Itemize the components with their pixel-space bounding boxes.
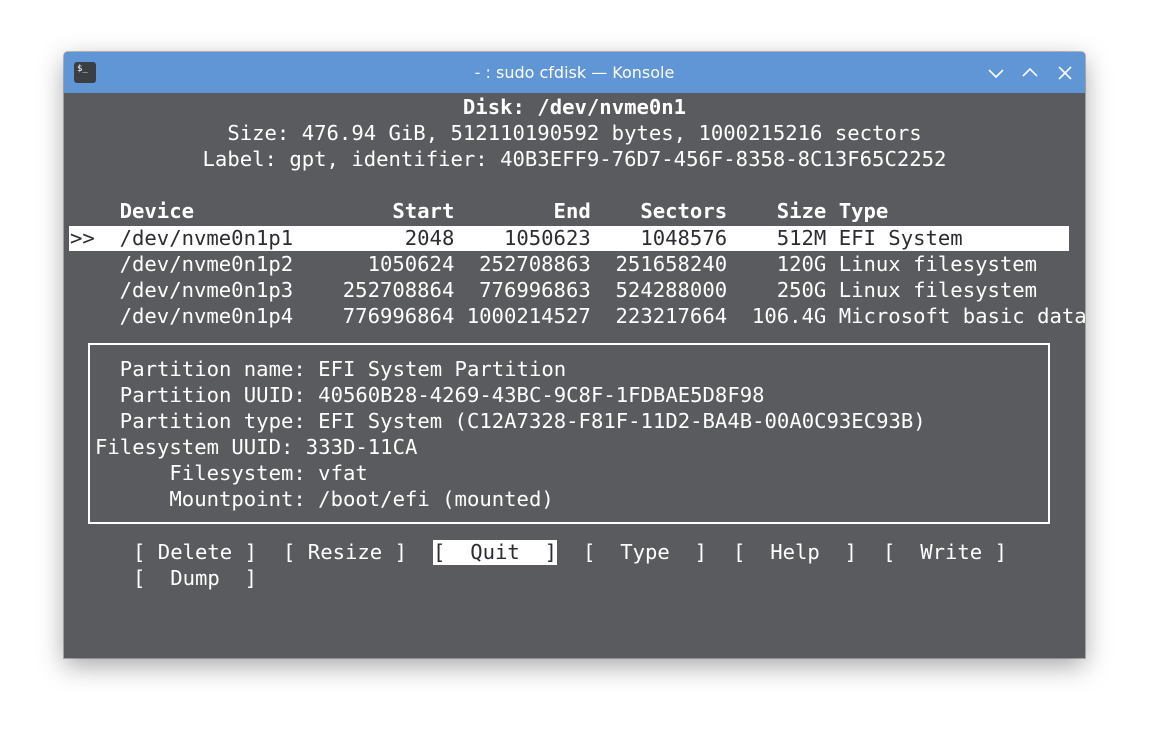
- chevron-up-icon: [1022, 67, 1038, 77]
- close-icon: [1058, 66, 1072, 80]
- disk-label-line: Label: gpt, identifier: 40B3EFF9-76D7-45…: [202, 147, 947, 171]
- info-partition-uuid: Partition UUID: 40560B28-4269-43BC-9C8F-…: [95, 383, 765, 407]
- resize-button[interactable]: [ Resize ]: [283, 540, 407, 565]
- info-filesystem: Filesystem: vfat: [95, 461, 368, 485]
- info-mountpoint: Mountpoint: /boot/efi (mounted): [95, 487, 554, 511]
- partition-table-header: Device Start End Sectors Size Type: [70, 199, 889, 223]
- info-filesystem-uuid: Filesystem UUID: 333D-11CA: [95, 435, 418, 459]
- partition-row[interactable]: /dev/nvme0n1p2 1050624 252708863 2516582…: [70, 251, 1038, 277]
- quit-button[interactable]: [ Quit ]: [433, 540, 557, 565]
- partition-row[interactable]: /dev/nvme0n1p3 252708864 776996863 52428…: [70, 277, 1038, 303]
- maximize-button[interactable]: [1020, 63, 1040, 83]
- minimize-button[interactable]: [986, 63, 1006, 83]
- terminal-area[interactable]: Disk: /dev/nvme0n1 Size: 476.94 GiB, 512…: [64, 93, 1085, 658]
- close-button[interactable]: [1055, 63, 1075, 83]
- row-cursor: >>: [70, 226, 95, 250]
- info-partition-name: Partition name: EFI System Partition: [95, 357, 567, 381]
- window-title: - : sudo cfdisk — Konsole: [474, 63, 675, 82]
- dump-button[interactable]: [ Dump ]: [133, 566, 257, 591]
- delete-button[interactable]: [ Delete ]: [133, 540, 257, 565]
- konsole-window: $_ - : sudo cfdisk — Konsole Disk: /dev/…: [64, 52, 1085, 658]
- info-partition-type: Partition type: EFI System (C12A7328-F81…: [95, 409, 926, 433]
- partition-row[interactable]: /dev/nvme0n1p4 776996864 1000214527 2232…: [70, 303, 1085, 329]
- chevron-down-icon: [988, 69, 1004, 79]
- write-button[interactable]: [ Write ]: [883, 540, 1007, 565]
- title-bar[interactable]: $_ - : sudo cfdisk — Konsole: [64, 52, 1085, 93]
- help-button[interactable]: [ Help ]: [733, 540, 857, 565]
- disk-title: Disk: /dev/nvme0n1: [462, 95, 687, 119]
- type-button[interactable]: [ Type ]: [583, 540, 707, 565]
- partition-row[interactable]: /dev/nvme0n1p1 2048 1050623 1048576 512M…: [70, 225, 963, 251]
- disk-size-line: Size: 476.94 GiB, 512110190592 bytes, 10…: [227, 121, 922, 145]
